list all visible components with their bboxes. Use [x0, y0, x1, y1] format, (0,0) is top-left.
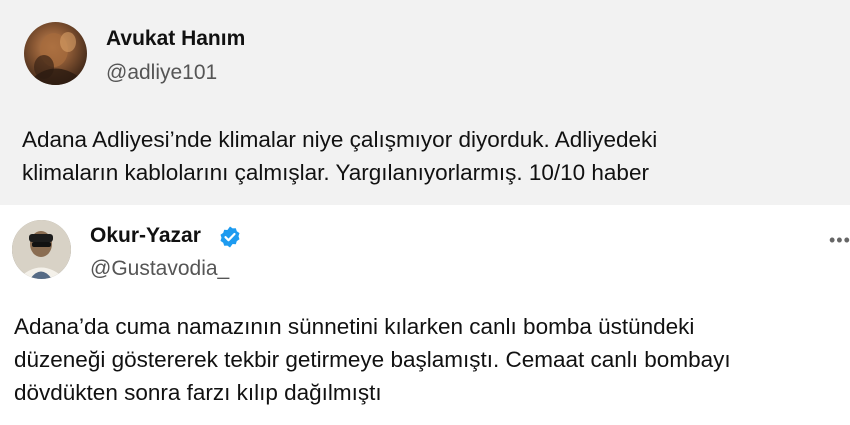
user-handle[interactable]: @Gustavodia_ — [90, 257, 229, 281]
tweet-text: Adana’da cuma namazının sünnetini kılark… — [14, 314, 731, 405]
avatar[interactable] — [24, 22, 87, 85]
display-name[interactable]: Avukat Hanım — [106, 27, 245, 51]
user-handle[interactable]: @adliye101 — [106, 61, 217, 85]
verified-badge-icon — [220, 226, 240, 248]
tweet-card-avukat-hanim: Avukat Hanım @adliye101 Adana Adliyesi’n… — [0, 0, 850, 205]
display-name[interactable]: Okur-Yazar — [90, 224, 201, 248]
tweet-text: Adana Adliyesi’nde klimalar niye çalışmı… — [22, 127, 658, 185]
more-dots-icon[interactable]: ••• — [829, 230, 850, 251]
avatar[interactable] — [12, 220, 71, 279]
